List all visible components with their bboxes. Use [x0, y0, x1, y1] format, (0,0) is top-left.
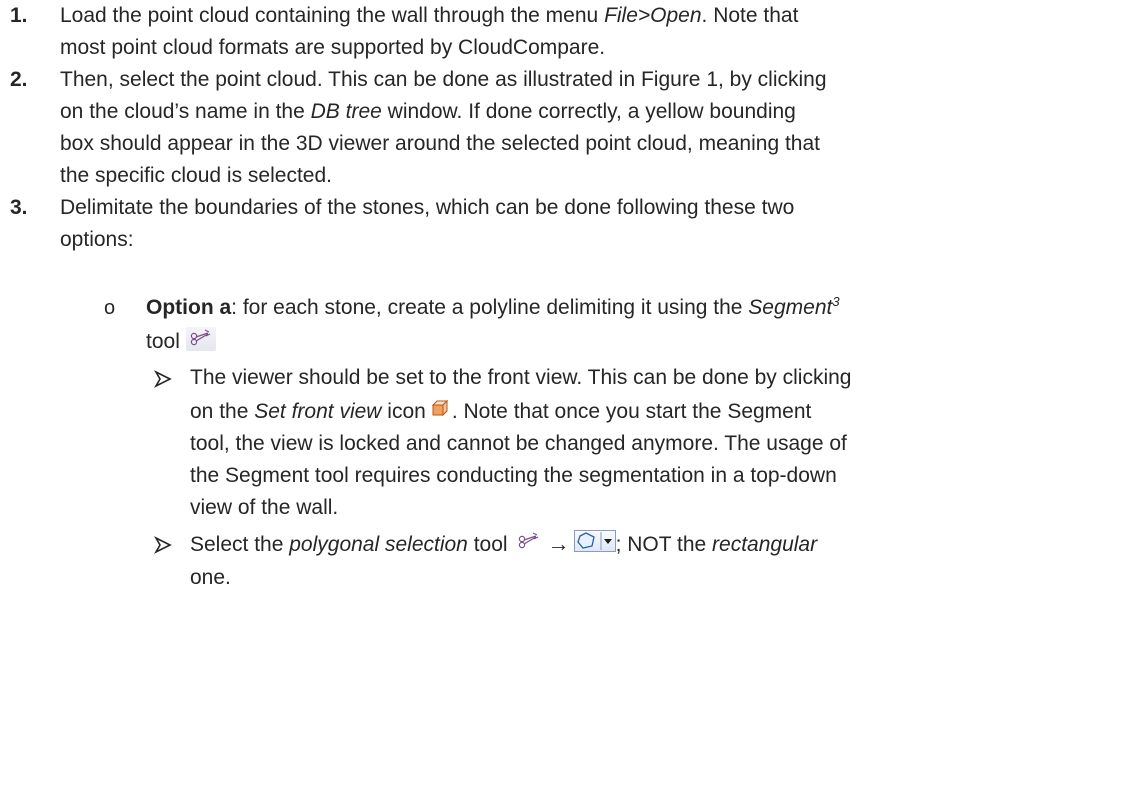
sub1-line-5: view of the wall. — [190, 496, 339, 519]
option-a-label: Option a — [146, 296, 232, 319]
sub1-text-c: . Note that once you start the Segment — [451, 400, 812, 423]
sub1-line-3: tool, the view is locked and cannot be c… — [190, 432, 847, 455]
db-tree-window-name: DB tree — [310, 100, 382, 123]
step-1-number: 1. — [10, 4, 28, 27]
step-1-line-2: most point cloud formats are supported b… — [60, 36, 606, 59]
footnote-3: 3 — [832, 294, 840, 309]
sub2-text-c: ; NOT the — [615, 533, 713, 556]
sub1-line-4: the Segment tool requires conducting the… — [190, 464, 837, 487]
segment-tool-name: Segment — [748, 296, 833, 319]
option-a-tool-word: tool — [146, 330, 180, 353]
sub1-text-b: icon — [381, 400, 426, 423]
file-open-menu-path: File>Open — [604, 4, 702, 27]
step-2-text-b: window. If done correctly, a yellow boun… — [381, 100, 796, 123]
step-1-text-a: Load the point cloud containing the wall… — [60, 4, 605, 27]
step-2-line-2: on the cloud’s name in the DB tree windo… — [60, 98, 796, 126]
polygonal-selection-name: polygonal selection — [289, 533, 468, 556]
sub2-line-2: one. — [190, 566, 231, 589]
step-2-text-a: on the cloud’s name in the — [60, 100, 311, 123]
option-a-bullet: o — [104, 297, 116, 319]
option-a-text: : for each stone, create a polyline deli… — [231, 296, 749, 319]
right-arrow-glyph: → — [547, 531, 570, 556]
cube-icon — [430, 398, 450, 418]
sub1-line-1: The viewer should be set to the front vi… — [190, 366, 852, 389]
step-2-line-3: box should appear in the 3D viewer aroun… — [60, 132, 820, 155]
sub2-line-1: Select the polygonal selection tool → ; … — [190, 530, 817, 558]
step-3-line-2: options: — [60, 228, 134, 251]
step-2-line-4: the specific cloud is selected. — [60, 164, 332, 187]
option-a-line-1: Option a: for each stone, create a polyl… — [146, 294, 840, 322]
scissors-icon — [185, 327, 216, 352]
document-page: 1. Load the point cloud containing the w… — [0, 0, 1130, 787]
sub2-text-b: tool — [467, 533, 508, 556]
sub1-line-2: on the Set front view icon . Note that o… — [190, 398, 811, 426]
polygon-selection-icon — [573, 530, 616, 553]
set-front-view-name: Set front view — [254, 400, 382, 423]
step-3-number: 3. — [10, 196, 28, 219]
step-2-line-1: Then, select the point cloud. This can b… — [60, 68, 827, 91]
step-2-number: 2. — [10, 68, 28, 91]
rectangular-name: rectangular — [712, 533, 818, 556]
sub2-text-a: Select the — [190, 533, 290, 556]
scissors-icon — [514, 530, 544, 554]
sub1-text-a: on the — [190, 400, 255, 423]
step-1-line-1: Load the point cloud containing the wall… — [60, 2, 1116, 30]
step-1-text-b: . Note that — [701, 4, 799, 27]
step-3-line-1: Delimitate the boundaries of the stones,… — [60, 196, 795, 219]
option-a-line-2: tool — [146, 327, 218, 356]
